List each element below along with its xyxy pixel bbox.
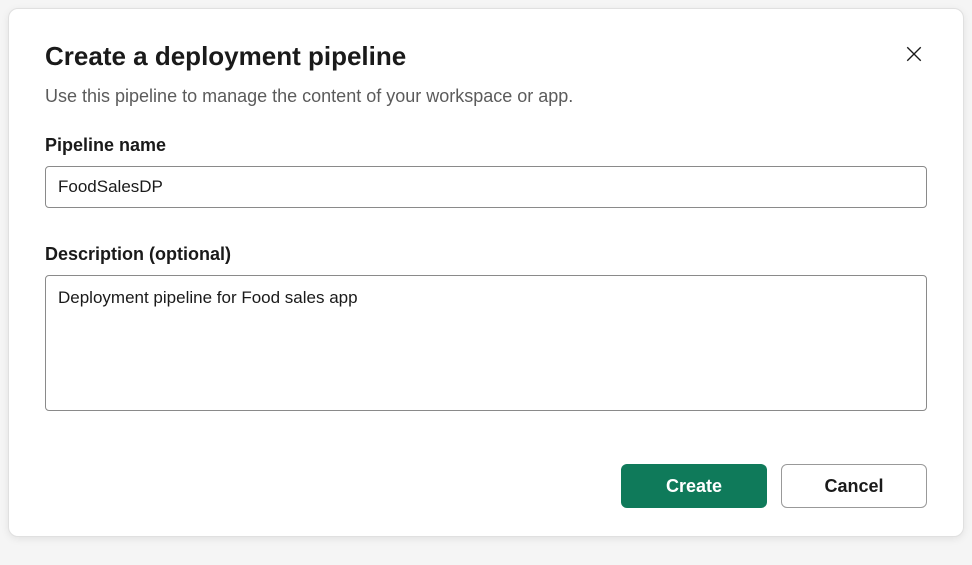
- description-input[interactable]: [45, 275, 927, 411]
- button-row: Create Cancel: [45, 464, 927, 508]
- dialog-header: Create a deployment pipeline: [45, 41, 927, 72]
- description-group: Description (optional): [45, 244, 927, 416]
- pipeline-name-input[interactable]: [45, 166, 927, 208]
- pipeline-name-group: Pipeline name: [45, 135, 927, 208]
- dialog-subtitle: Use this pipeline to manage the content …: [45, 86, 927, 107]
- close-icon: [905, 45, 923, 63]
- pipeline-name-label: Pipeline name: [45, 135, 927, 156]
- cancel-button[interactable]: Cancel: [781, 464, 927, 508]
- dialog-title: Create a deployment pipeline: [45, 41, 406, 72]
- create-pipeline-dialog: Create a deployment pipeline Use this pi…: [8, 8, 964, 537]
- description-label: Description (optional): [45, 244, 927, 265]
- create-button[interactable]: Create: [621, 464, 767, 508]
- close-button[interactable]: [901, 41, 927, 67]
